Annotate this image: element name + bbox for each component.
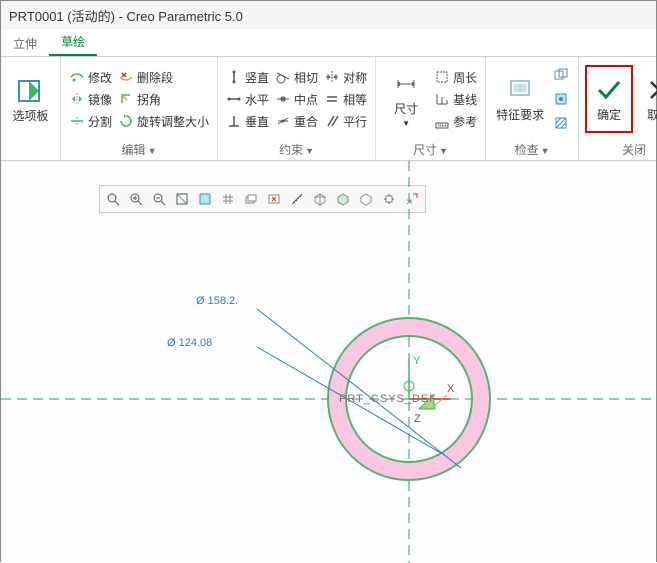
- highlight-icon: [553, 91, 569, 107]
- parallel-button[interactable]: 平行: [322, 111, 369, 131]
- check-icon: [595, 76, 623, 104]
- horizontal-button[interactable]: 水平: [224, 89, 271, 109]
- equal-button[interactable]: 相等: [322, 89, 369, 109]
- dimension-outer[interactable]: Ø 158.2.: [196, 295, 238, 307]
- corner-button[interactable]: 拐角: [116, 89, 211, 109]
- window-title: PRT0001 (活动的) - Creo Parametric 5.0: [9, 6, 243, 25]
- csys-label: PRT_CSYS_DEF: [339, 393, 437, 405]
- coincident-icon: [275, 113, 291, 129]
- group-edit: 修改 镜像 分割 删除段 拐角 旋转调整大小 编辑▼: [61, 57, 218, 160]
- symmetric-button[interactable]: 对称: [322, 67, 369, 87]
- title-bar: PRT0001 (活动的) - Creo Parametric 5.0: [1, 1, 656, 29]
- equal-icon: [324, 91, 340, 107]
- shade-button[interactable]: [550, 113, 572, 133]
- ok-button[interactable]: 确定: [585, 65, 633, 133]
- rotate-resize-button[interactable]: 旋转调整大小: [116, 111, 211, 131]
- midpoint-button[interactable]: 中点: [273, 89, 320, 109]
- options-panel-button[interactable]: 选项板: [7, 67, 54, 135]
- options-panel-icon: [17, 77, 45, 105]
- perp-icon: [226, 113, 242, 129]
- sym-icon: [324, 69, 340, 85]
- close-icon: [645, 76, 657, 104]
- chevron-down-icon: ▼: [402, 119, 410, 128]
- baseline-button[interactable]: 基线: [432, 89, 479, 109]
- overlap-button[interactable]: [550, 65, 572, 85]
- ribbon-tabs: 立伸 草绘: [1, 29, 656, 57]
- feature-requirements-button[interactable]: 特征要求: [492, 65, 548, 133]
- axis-z-label: Z: [414, 413, 421, 425]
- rotate-icon: [118, 113, 134, 129]
- midpoint-icon: [275, 91, 291, 107]
- vertical-icon: [226, 69, 242, 85]
- overlap-icon: [553, 67, 569, 83]
- feature-req-icon: [506, 76, 534, 104]
- tab-extrude[interactable]: 立伸: [1, 31, 49, 56]
- modify-button[interactable]: 修改: [67, 67, 114, 87]
- tangent-button[interactable]: 相切: [273, 67, 320, 87]
- ribbon: 选项板 修改 镜像 分割 删除段 拐角 旋转调整大小 编辑▼ 竖直 水平: [1, 57, 656, 161]
- ref-icon: REF: [434, 113, 450, 129]
- group-constrain: 竖直 水平 垂直 相切 中点 重合 对称 相等 平行 约束▼: [218, 57, 376, 160]
- split-button[interactable]: 分割: [67, 111, 114, 131]
- group-close: 确定 取消 关闭: [579, 57, 657, 160]
- group-options: 选项板: [1, 57, 61, 160]
- sketch-canvas[interactable]: Ø 158.2. Ø 124.08 PRT_CSYS_DEF X Y Z: [1, 161, 656, 563]
- mirror-icon: [69, 91, 85, 107]
- modify-icon: [69, 69, 85, 85]
- delete-seg-icon: [118, 69, 134, 85]
- axis-y-label: Y: [413, 355, 420, 367]
- group-inspect-label[interactable]: 检查▼: [492, 139, 572, 160]
- delete-segment-button[interactable]: 删除段: [116, 67, 211, 87]
- baseline-icon: [434, 91, 450, 107]
- shade-icon: [553, 115, 569, 131]
- dimension-inner[interactable]: Ø 124.08: [167, 337, 212, 349]
- group-dimension-label[interactable]: 尺寸▼: [382, 139, 479, 160]
- tangent-icon: [275, 69, 291, 85]
- group-constrain-label[interactable]: 约束▼: [224, 139, 369, 160]
- svg-text:REF: REF: [438, 123, 448, 129]
- reference-button[interactable]: REF参考: [432, 111, 479, 131]
- horizontal-icon: [226, 91, 242, 107]
- group-close-label: 关闭: [585, 139, 657, 160]
- coincident-button[interactable]: 重合: [273, 111, 320, 131]
- dimension-button[interactable]: 尺寸 ▼: [382, 65, 430, 133]
- parallel-icon: [324, 113, 340, 129]
- perpendicular-button[interactable]: 垂直: [224, 111, 271, 131]
- highlight-button[interactable]: [550, 89, 572, 109]
- axis-x-label: X: [447, 383, 454, 395]
- sketch-svg: [1, 161, 657, 563]
- perimeter-button[interactable]: 周长: [432, 67, 479, 87]
- tab-sketch[interactable]: 草绘: [49, 29, 97, 56]
- corner-icon: [118, 91, 134, 107]
- cancel-button[interactable]: 取消: [635, 65, 657, 133]
- perimeter-icon: [434, 69, 450, 85]
- dimension-icon: [392, 70, 420, 98]
- group-inspect: 特征要求 检查▼: [486, 57, 579, 160]
- group-edit-label[interactable]: 编辑▼: [67, 139, 211, 160]
- split-icon: [69, 113, 85, 129]
- group-options-label: [7, 142, 54, 160]
- group-dimension: 尺寸 ▼ 周长 基线 REF参考 尺寸▼: [376, 57, 486, 160]
- mirror-button[interactable]: 镜像: [67, 89, 114, 109]
- vertical-button[interactable]: 竖直: [224, 67, 271, 87]
